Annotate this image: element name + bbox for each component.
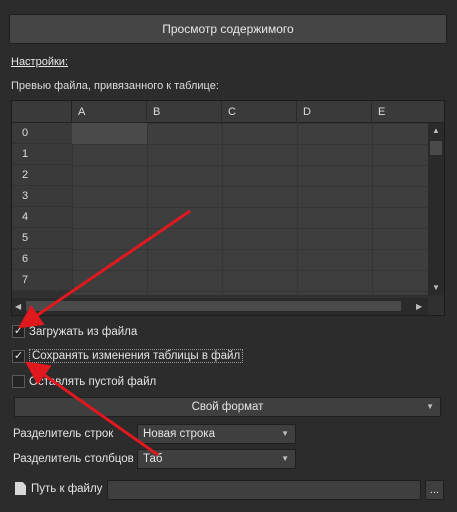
column-header[interactable]: E — [372, 101, 444, 123]
column-header[interactable]: D — [297, 101, 372, 123]
col-separator-label: Разделитель столбцов — [13, 453, 134, 465]
table-corner — [12, 101, 72, 123]
keep-empty-file-option[interactable]: Оставлять пустой файл — [12, 375, 156, 388]
row-header[interactable]: 7 — [12, 270, 72, 291]
preview-content-button[interactable]: Просмотр содержимого — [9, 14, 447, 44]
chevron-down-icon: ▼ — [426, 402, 434, 411]
col-separator-value: Таб — [143, 453, 163, 465]
column-header[interactable]: C — [222, 101, 297, 123]
load-from-file-checkbox[interactable]: ✓ — [12, 325, 25, 338]
horizontal-scroll-thumb[interactable] — [26, 301, 401, 311]
load-from-file-label[interactable]: Загружать из файла — [29, 326, 137, 338]
row-header[interactable]: 2 — [12, 165, 72, 186]
custom-format-label: Свой формат — [191, 401, 264, 413]
row-header[interactable]: 1 — [12, 144, 72, 165]
row-header[interactable]: 0 — [12, 123, 72, 144]
settings-title: Настройки: — [11, 56, 68, 68]
checkmark-icon: ✓ — [13, 349, 24, 362]
chevron-down-icon: ▼ — [281, 429, 289, 438]
save-changes-label[interactable]: Сохранять изменения таблицы в файл — [29, 349, 244, 363]
save-changes-option[interactable]: ✓ Сохранять изменения таблицы в файл — [12, 349, 244, 363]
file-path-label: Путь к файлу — [31, 483, 103, 495]
table-cells[interactable] — [72, 123, 428, 295]
vertical-scroll-thumb[interactable] — [430, 141, 442, 155]
selected-cell[interactable] — [72, 123, 147, 144]
horizontal-scrollbar[interactable]: ◀ ▶ — [12, 298, 428, 315]
vertical-scrollbar[interactable]: ▲ ▼ — [428, 123, 444, 295]
keep-empty-file-checkbox[interactable] — [12, 375, 25, 388]
scroll-down-icon[interactable]: ▼ — [432, 283, 440, 292]
scroll-left-icon[interactable]: ◀ — [15, 302, 21, 311]
load-from-file-option[interactable]: ✓ Загружать из файла — [12, 325, 137, 338]
row-separator-select[interactable]: Новая строка ▼ — [137, 424, 296, 444]
file-icon — [15, 482, 26, 495]
column-header[interactable]: B — [147, 101, 222, 123]
save-changes-checkbox[interactable]: ✓ — [12, 349, 25, 363]
col-separator-select[interactable]: Таб ▼ — [137, 449, 296, 469]
file-path-input[interactable] — [107, 480, 421, 500]
column-header-row: A B C D E — [12, 101, 444, 123]
preview-table[interactable]: A B C D E 0 1 2 3 4 5 6 7 ▲ ▼ ◀ ▶ — [11, 100, 445, 316]
checkmark-icon: ✓ — [13, 325, 24, 337]
row-header[interactable]: 5 — [12, 228, 72, 249]
row-header[interactable]: 3 — [12, 186, 72, 207]
row-header[interactable]: 4 — [12, 207, 72, 228]
chevron-down-icon: ▼ — [281, 454, 289, 463]
scroll-up-icon[interactable]: ▲ — [432, 126, 440, 135]
custom-format-dropdown[interactable]: Свой формат ▼ — [14, 397, 441, 417]
preview-caption: Превью файла, привязанного к таблице: — [11, 80, 219, 92]
scroll-right-icon[interactable]: ▶ — [416, 302, 422, 311]
browse-button[interactable]: ... — [425, 480, 444, 500]
row-separator-value: Новая строка — [143, 428, 215, 440]
row-header[interactable]: 6 — [12, 249, 72, 270]
column-header[interactable]: A — [72, 101, 147, 123]
row-separator-label: Разделитель строк — [13, 428, 114, 440]
keep-empty-file-label[interactable]: Оставлять пустой файл — [29, 376, 156, 388]
